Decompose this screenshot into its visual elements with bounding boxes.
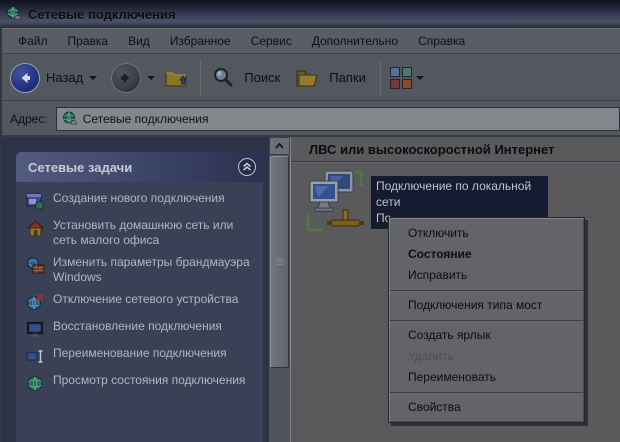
task-disable-network-device[interactable]: Отключение сетевого устройства [26, 292, 257, 312]
folders-icon[interactable] [294, 66, 320, 90]
task-label: Создание нового подключения [53, 191, 225, 211]
task-pane-scrollbar[interactable] [269, 137, 290, 442]
window-title: Сетевые подключения [28, 7, 176, 22]
chevron-double-up-icon[interactable] [238, 158, 256, 176]
task-label: Восстановление подключения [53, 319, 222, 339]
forward-button[interactable] [111, 63, 141, 93]
rename-connection-icon [26, 347, 45, 366]
task-label: Отключение сетевого устройства [53, 292, 238, 312]
menu-favorites[interactable]: Избранное [160, 30, 241, 52]
forward-dropdown-icon[interactable] [147, 76, 155, 80]
menu-advanced[interactable]: Дополнительно [302, 30, 408, 52]
search-button-label[interactable]: Поиск [244, 70, 280, 85]
scrollbar-thumb[interactable] [270, 156, 289, 368]
title-bar[interactable]: Сетевые подключения [0, 0, 620, 28]
lan-connection-icon[interactable] [303, 168, 367, 236]
scrollbar-grip [276, 258, 284, 266]
menu-tools[interactable]: Сервис [241, 30, 302, 52]
menu-item-create-shortcut[interactable]: Создать ярлык [389, 325, 584, 346]
task-label: Установить домашнюю сеть или сеть малого… [53, 218, 257, 248]
scroll-up-icon [275, 143, 284, 149]
network-tasks-header[interactable]: Сетевые задачи [16, 152, 263, 182]
back-button-label[interactable]: Назад [46, 70, 83, 85]
address-input[interactable]: Сетевые подключения [56, 107, 620, 131]
menu-help[interactable]: Справка [408, 30, 475, 52]
menu-item-status[interactable]: Состояние [389, 244, 584, 265]
task-label: Просмотр состояния подключения [53, 373, 245, 393]
group-header-lan: ЛВС или высокоскоростной Интернет [309, 142, 620, 157]
menu-file[interactable]: Файл [8, 30, 58, 52]
task-change-firewall-settings[interactable]: Изменить параметры брандмауэра Windows [26, 255, 257, 285]
group-header-rule [291, 161, 620, 162]
toolbar-separator [200, 60, 201, 96]
lan-connection-name: Подключение по локальной сети [376, 178, 543, 210]
task-label: Изменить параметры брандмауэра Windows [53, 255, 257, 285]
task-rename-connection[interactable]: Переименование подключения [26, 346, 257, 366]
network-tasks-box: Сетевые задачи Создание нового подключе [16, 152, 263, 442]
menu-item-bridge-connections[interactable]: Подключения типа мост [389, 295, 584, 316]
back-button[interactable] [10, 63, 40, 93]
back-dropdown-icon[interactable] [89, 76, 97, 80]
address-value: Сетевые подключения [83, 112, 209, 126]
menu-separator [390, 320, 583, 321]
task-list: Создание нового подключения Установить д… [16, 182, 263, 393]
view-status-icon [26, 374, 45, 393]
forward-icon [118, 70, 134, 86]
network-connections-icon [62, 111, 78, 127]
toolbar-separator [380, 60, 381, 96]
menu-item-properties[interactable]: Свойства [389, 397, 584, 418]
repair-connection-icon [26, 320, 45, 339]
views-icon[interactable] [390, 67, 412, 89]
home-network-icon [26, 219, 45, 238]
disable-network-device-icon [26, 293, 45, 312]
back-icon [17, 70, 33, 86]
menu-item-delete: Удалить [389, 346, 584, 367]
network-tasks-title: Сетевые задачи [28, 160, 132, 175]
menu-item-rename[interactable]: Переименовать [389, 367, 584, 388]
windows-firewall-icon [26, 256, 45, 275]
toolbar: Назад Поиск Папки [2, 55, 620, 101]
network-connections-window: Сетевые подключения Файл Правка Вид Избр… [0, 0, 620, 442]
task-pane: Сетевые задачи Создание нового подключе [2, 137, 269, 442]
menu-item-repair[interactable]: Исправить [389, 265, 584, 286]
network-connections-icon [6, 6, 22, 22]
views-dropdown-icon[interactable] [416, 76, 424, 80]
new-connection-wizard-icon [26, 192, 45, 211]
address-label: Адрес: [10, 112, 48, 126]
task-new-connection[interactable]: Создание нового подключения [26, 191, 257, 211]
menu-separator [390, 392, 583, 393]
scroll-up-button[interactable] [269, 137, 290, 155]
address-bar: Адрес: Сетевые подключения [2, 102, 620, 137]
task-repair-connection[interactable]: Восстановление подключения [26, 319, 257, 339]
menu-view[interactable]: Вид [118, 30, 160, 52]
task-view-connection-status[interactable]: Просмотр состояния подключения [26, 373, 257, 393]
menu-item-disable[interactable]: Отключить [389, 223, 584, 244]
search-icon[interactable] [211, 66, 235, 90]
context-menu: Отключить Состояние Исправить Подключени… [388, 217, 585, 423]
folders-button-label[interactable]: Папки [329, 70, 366, 85]
menu-separator [390, 290, 583, 291]
task-setup-home-network[interactable]: Установить домашнюю сеть или сеть малого… [26, 218, 257, 248]
menu-bar: Файл Правка Вид Избранное Сервис Дополни… [2, 28, 620, 54]
task-label: Переименование подключения [53, 346, 227, 366]
menu-edit[interactable]: Правка [58, 30, 119, 52]
up-icon[interactable] [164, 66, 190, 90]
